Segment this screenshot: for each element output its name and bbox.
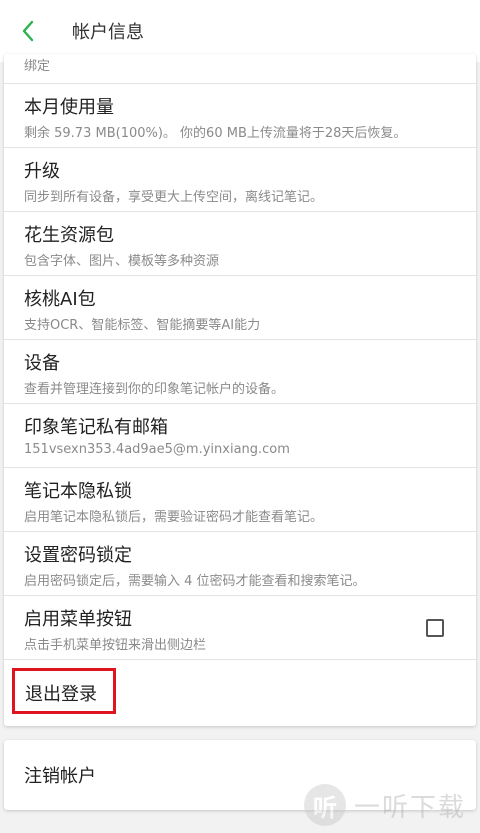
list-item-subtitle: 151vsexn353.4ad9ae5@m.yinxiang.com — [24, 442, 290, 457]
list-item-subtitle: 剩余 59.73 MB(100%)。 你的60 MB上传流量将于28天后恢复。 — [24, 126, 407, 141]
list-item-title: 设置密码锁定 — [24, 545, 132, 566]
list-item-upgrade[interactable]: 升级 同步到所有设备，享受更大上传空间，离线记笔记。 — [4, 148, 476, 212]
back-button[interactable] — [0, 0, 56, 62]
list-item-title: 升级 — [24, 161, 60, 182]
list-item-subtitle: 包含字体、图片、模板等多种资源 — [24, 254, 220, 269]
list-item-subtitle: 查看并管理连接到你的印象笔记帐户的设备。 — [24, 382, 285, 397]
list-item-devices[interactable]: 设备 查看并管理连接到你的印象笔记帐户的设备。 — [4, 340, 476, 404]
list-item-title: 花生资源包 — [24, 225, 114, 246]
account-settings-card: 绑定 本月使用量 剩余 59.73 MB(100%)。 你的60 MB上传流量将… — [4, 54, 476, 726]
list-item-title: 印象笔记私有邮箱 — [24, 417, 168, 438]
list-item-monthly-usage[interactable]: 本月使用量 剩余 59.73 MB(100%)。 你的60 MB上传流量将于28… — [4, 84, 476, 148]
list-item-private-email[interactable]: 印象笔记私有邮箱 151vsexn353.4ad9ae5@m.yinxiang.… — [4, 404, 476, 468]
menu-button-checkbox[interactable] — [426, 619, 444, 637]
list-item-binding[interactable]: 绑定 — [4, 54, 476, 84]
list-item-subtitle: 绑定 — [24, 59, 51, 74]
list-item-subtitle: 启用密码锁定后，需要输入 4 位密码才能查看和搜索笔记。 — [24, 574, 366, 589]
deactivate-account-label: 注销帐户 — [24, 766, 96, 787]
logout-button[interactable]: 退出登录 — [4, 658, 476, 726]
watermark-logo-icon: 听 — [303, 784, 346, 826]
list-item-subtitle: 启用笔记本隐私锁后，需要验证密码才能查看笔记。 — [24, 510, 324, 525]
list-item-subtitle: 点击手机菜单按钮来滑出侧边栏 — [24, 638, 207, 653]
list-item-ai-pack[interactable]: 核桃AI包 支持OCR、智能标签、智能摘要等AI能力 — [4, 276, 476, 340]
logout-label: 退出登录 — [25, 684, 97, 705]
list-item-title: 核桃AI包 — [24, 289, 96, 310]
list-item-passcode-lock[interactable]: 设置密码锁定 启用密码锁定后，需要输入 4 位密码才能查看和搜索笔记。 — [4, 532, 476, 596]
list-item-title: 设备 — [24, 353, 60, 374]
list-item-title: 笔记本隐私锁 — [24, 481, 132, 502]
watermark: 听 一听下载 — [303, 778, 466, 832]
list-item-menu-button[interactable]: 启用菜单按钮 点击手机菜单按钮来滑出侧边栏 — [4, 596, 476, 660]
page-title: 帐户信息 — [72, 22, 144, 43]
list-item-subtitle: 支持OCR、智能标签、智能摘要等AI能力 — [24, 318, 261, 333]
list-item-notebook-lock[interactable]: 笔记本隐私锁 启用笔记本隐私锁后，需要验证密码才能查看笔记。 — [4, 468, 476, 532]
list-item-resource-pack[interactable]: 花生资源包 包含字体、图片、模板等多种资源 — [4, 212, 476, 276]
watermark-text: 一听下载 — [353, 792, 466, 823]
app-header: 帐户信息 — [0, 0, 480, 62]
chevron-left-icon — [22, 20, 34, 42]
list-item-title: 本月使用量 — [24, 97, 114, 118]
list-item-title: 启用菜单按钮 — [24, 609, 132, 630]
list-item-subtitle: 同步到所有设备，享受更大上传空间，离线记笔记。 — [24, 190, 324, 205]
